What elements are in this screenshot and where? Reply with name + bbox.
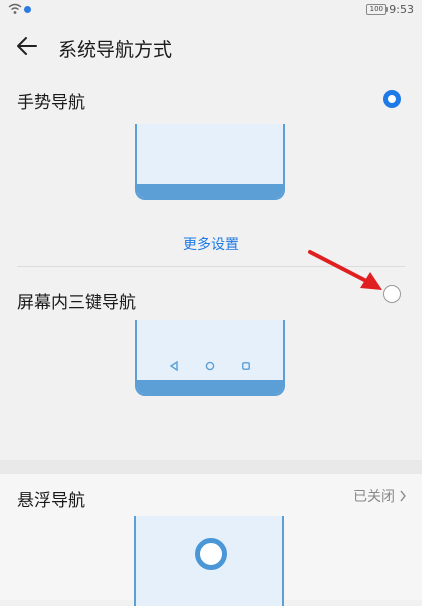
wifi-icon: [8, 3, 22, 14]
status-bar: 100 9:53: [0, 0, 422, 22]
radio-selected-icon[interactable]: [383, 90, 401, 108]
floating-phone-illustration: [134, 516, 284, 606]
status-right: 100 9:53: [366, 3, 414, 16]
option-label: 屏幕内三键导航: [17, 293, 136, 313]
nav-keys: [137, 360, 283, 372]
option-gesture-navigation[interactable]: 手势导航: [0, 82, 422, 118]
phone-bottom-band: [137, 184, 283, 198]
floating-nav-status-text: 已关闭: [353, 489, 395, 505]
app-header: 系统导航方式: [0, 26, 422, 66]
floating-nav-status[interactable]: 已关闭: [353, 486, 407, 506]
floating-nav-label[interactable]: 悬浮导航: [17, 486, 85, 511]
option-label: 手势导航: [17, 93, 85, 113]
three-key-phone-illustration: [135, 320, 285, 396]
clock: 9:53: [389, 3, 414, 16]
floating-ball-icon: [195, 538, 227, 570]
home-circle-icon: [205, 361, 215, 371]
section-separator: [0, 460, 422, 474]
notification-dot-icon: [24, 6, 31, 13]
arrow-left-icon[interactable]: [16, 36, 38, 56]
option-three-key-navigation[interactable]: 屏幕内三键导航: [0, 282, 422, 318]
back-triangle-icon: [169, 361, 178, 371]
battery-icon: 100: [366, 4, 389, 15]
gesture-phone-illustration: [135, 124, 285, 200]
recents-square-icon: [242, 362, 250, 370]
radio-unselected-icon[interactable]: [383, 285, 401, 303]
page-title: 系统导航方式: [58, 39, 173, 61]
chevron-right-icon: [400, 490, 406, 502]
phone-bottom-band: [137, 380, 283, 394]
